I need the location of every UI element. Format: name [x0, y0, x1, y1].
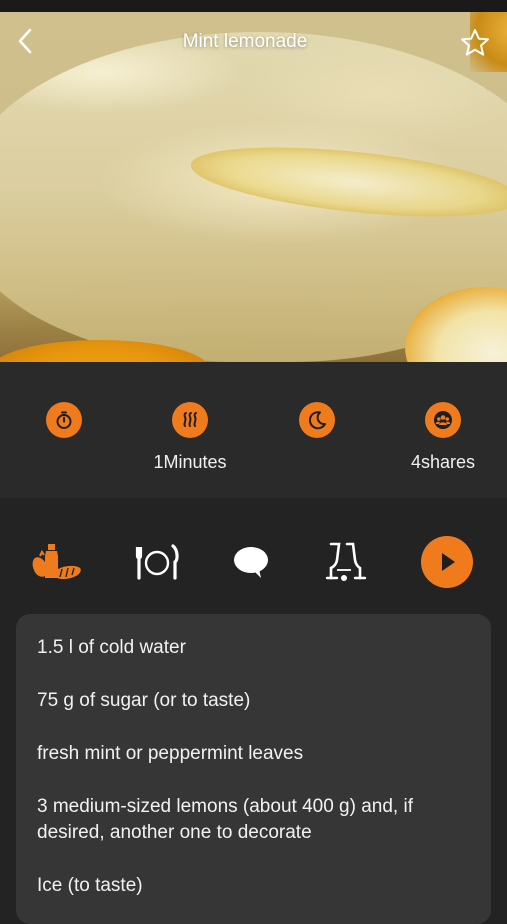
favorite-button[interactable] [459, 27, 491, 59]
heat-icon [183, 412, 197, 427]
cook-time-label: 1Minutes [153, 452, 227, 472]
list-item: 3 medium-sized lemons (about 400 g) and,… [37, 796, 413, 843]
play-icon [421, 536, 473, 588]
rest-time-label [257, 452, 377, 474]
rest-time-info [257, 402, 377, 474]
cook-time-info: 1Minutes [130, 402, 250, 474]
speech-bubble-icon [234, 547, 268, 578]
tab-ingredients[interactable] [29, 536, 85, 588]
timer-icon [56, 411, 72, 429]
list-item: 1.5 l of cold water [37, 637, 186, 658]
drinks-icon [325, 542, 367, 581]
back-button[interactable] [12, 26, 40, 56]
status-bar [0, 0, 507, 12]
recipe-tabs [0, 498, 507, 616]
servings-label: 4shares [410, 452, 476, 472]
star-outline-icon [461, 29, 489, 56]
chevron-left-icon [18, 28, 32, 54]
prep-time-label [4, 452, 124, 474]
prep-time-info [4, 402, 124, 474]
recipe-info-row: 1Minutes 4shares [0, 362, 507, 498]
tab-preparation[interactable] [129, 536, 185, 588]
list-item: Ice (to taste) [37, 875, 143, 896]
servings-info: 4shares [383, 402, 503, 474]
group-icon [434, 411, 452, 429]
tab-video[interactable] [419, 536, 475, 588]
moon-icon [309, 411, 326, 430]
recipe-hero-image [0, 12, 507, 362]
tab-comments[interactable] [223, 536, 279, 588]
page-title: Mint lemonade [182, 31, 308, 52]
cutlery-icon [135, 544, 179, 580]
ingredients-icon [32, 544, 81, 579]
tab-drinks[interactable] [316, 536, 372, 588]
list-item: fresh mint or peppermint leaves [37, 743, 304, 764]
list-item: 75 g of sugar (or to taste) [37, 690, 251, 711]
ingredients-list: 1.5 l of cold water 75 g of sugar (or to… [16, 614, 491, 924]
